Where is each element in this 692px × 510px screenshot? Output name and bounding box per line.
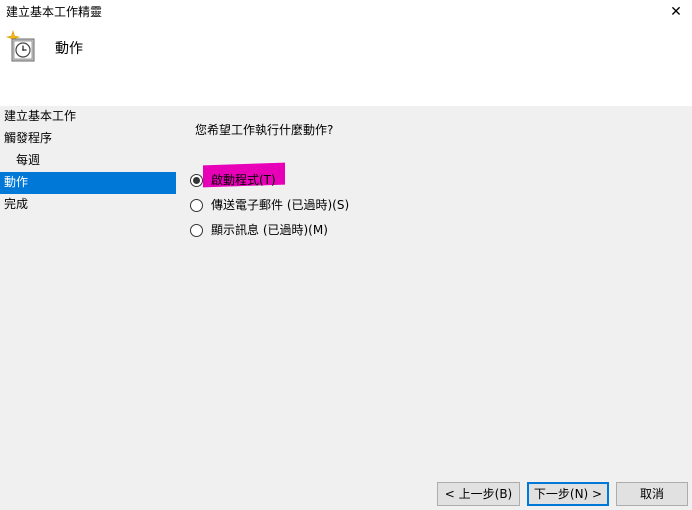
back-button[interactable]: < 上一步(B): [437, 482, 520, 506]
steps-list: 建立基本工作 觸發程序 每週 動作 完成: [0, 106, 176, 216]
option-send-email[interactable]: 傳送電子郵件 (已過時)(S): [190, 196, 349, 214]
step-finish: 完成: [4, 197, 29, 211]
option-label-send-email: 傳送電子郵件 (已過時)(S): [211, 198, 350, 212]
radio-send-email[interactable]: [190, 198, 203, 212]
clock-task-icon: [4, 29, 38, 64]
option-label-display-message: 顯示訊息 (已過時)(M): [211, 223, 328, 237]
page-title: 動作: [55, 41, 83, 57]
cancel-button[interactable]: 取消: [616, 482, 688, 506]
step-weekly: 每週: [16, 153, 41, 167]
radio-display-message[interactable]: [190, 223, 203, 237]
option-label-start-program: 啟動程式(T): [211, 173, 276, 187]
step-create-basic-task: 建立基本工作: [4, 109, 77, 123]
step-action: 動作: [0, 172, 176, 194]
wizard-header: 動作: [0, 24, 692, 106]
window-title: 建立基本工作精靈: [6, 5, 103, 19]
radio-start-program[interactable]: [190, 173, 203, 187]
option-display-message[interactable]: 顯示訊息 (已過時)(M): [190, 221, 328, 239]
next-button[interactable]: 下一步(N) >: [527, 482, 609, 506]
close-icon: ✕: [670, 4, 682, 20]
title-bar: 建立基本工作精靈 ✕: [0, 0, 692, 24]
wizard-body: 建立基本工作 觸發程序 每週 動作 完成 您希望工作執行什麼動作? 啟動程式(T…: [0, 106, 692, 510]
step-trigger: 觸發程序: [4, 131, 53, 145]
close-button[interactable]: ✕: [660, 0, 692, 24]
action-question: 您希望工作執行什麼動作?: [195, 123, 334, 137]
option-start-program[interactable]: 啟動程式(T): [190, 171, 276, 189]
